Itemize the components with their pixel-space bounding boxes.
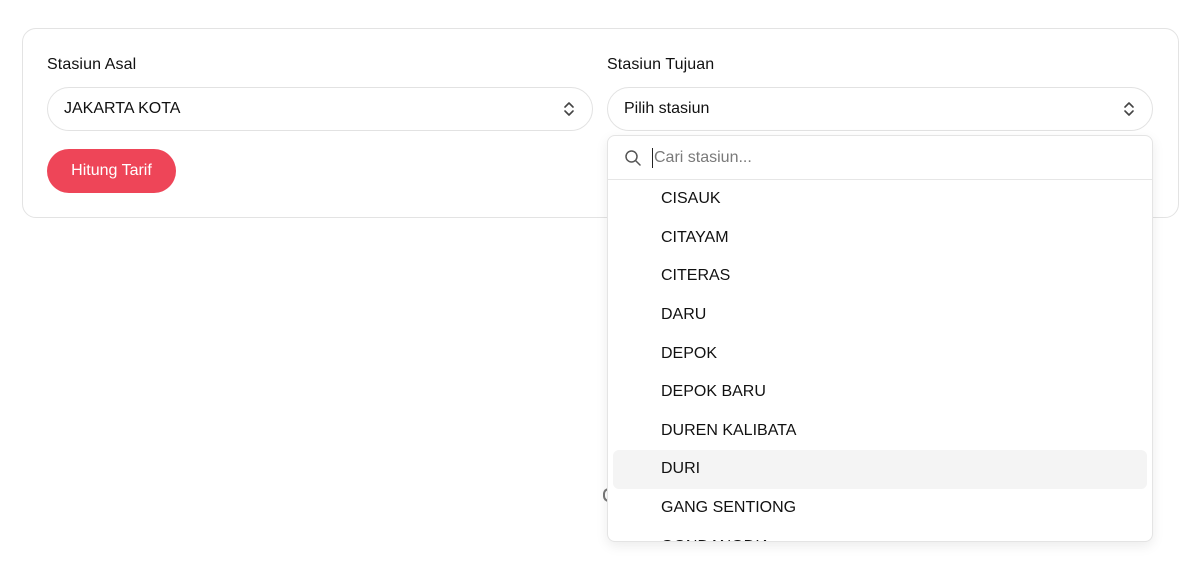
station-option[interactable]: GANG SENTIONG <box>613 489 1147 528</box>
station-option[interactable]: DEPOK <box>613 334 1147 373</box>
chevron-up-down-icon <box>564 102 574 116</box>
destination-select[interactable]: Pilih stasiun <box>607 87 1153 131</box>
station-option[interactable]: CITAYAM <box>613 219 1147 258</box>
station-search-input[interactable] <box>652 147 1152 168</box>
calculate-fare-button[interactable]: Hitung Tarif <box>47 149 176 193</box>
destination-select-value: Pilih stasiun <box>624 100 710 117</box>
station-option[interactable]: CITERAS <box>613 257 1147 296</box>
origin-select[interactable]: JAKARTA KOTA <box>47 87 593 131</box>
search-icon <box>625 149 641 166</box>
origin-label: Stasiun Asal <box>47 56 137 73</box>
station-option-highlighted[interactable]: DURI <box>613 450 1147 489</box>
station-dropdown: CISAUK CITAYAM CITERAS DARU DEPOK DEPOK … <box>607 135 1153 542</box>
station-option[interactable]: DUREN KALIBATA <box>613 412 1147 451</box>
station-options-list: CISAUK CITAYAM CITERAS DARU DEPOK DEPOK … <box>608 180 1152 541</box>
station-option[interactable]: DEPOK BARU <box>613 373 1147 412</box>
destination-label: Stasiun Tujuan <box>607 56 715 73</box>
origin-select-value: JAKARTA KOTA <box>64 100 181 117</box>
station-option[interactable]: GONDANGDIA <box>613 527 1147 541</box>
chevron-up-down-icon <box>1124 102 1134 116</box>
station-search-row <box>608 136 1152 180</box>
station-option[interactable]: CISAUK <box>613 180 1147 219</box>
station-option[interactable]: DARU <box>613 296 1147 335</box>
